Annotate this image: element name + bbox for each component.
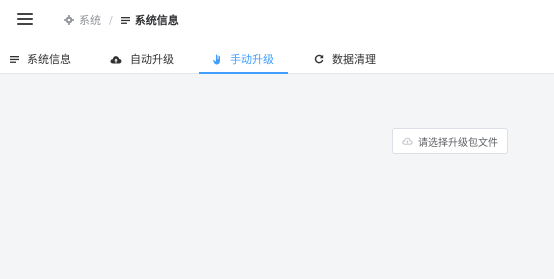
top-header: 系统 / 系统信息 <box>0 0 554 44</box>
breadcrumb: 系统 / 系统信息 <box>64 12 179 28</box>
list-icon <box>120 16 130 24</box>
refresh-icon <box>314 54 324 64</box>
tab-bar: 系统信息 自动升级 手动升级 数据清理 <box>0 44 554 74</box>
breadcrumb-label: 系统信息 <box>134 14 179 27</box>
tab-label: 手动升级 <box>230 53 274 66</box>
breadcrumb-separator: / <box>109 13 113 27</box>
active-tab-indicator <box>199 72 288 74</box>
tab-label: 自动升级 <box>130 53 174 66</box>
tab-data-cleanup[interactable]: 数据清理 <box>314 44 376 74</box>
cloud-upload-icon <box>110 55 122 63</box>
list-icon <box>10 55 19 63</box>
tab-label: 数据清理 <box>332 53 376 66</box>
tab-label: 系统信息 <box>27 53 71 66</box>
menu-toggle-icon[interactable] <box>15 11 35 27</box>
breadcrumb-item-system[interactable]: 系统 <box>64 12 101 28</box>
tab-auto-upgrade[interactable]: 自动升级 <box>110 44 174 74</box>
main-content <box>0 75 554 279</box>
upload-button-label: 请选择升级包文件 <box>418 137 498 149</box>
cloud-icon <box>402 137 413 145</box>
tab-manual-upgrade[interactable]: 手动升级 <box>213 44 274 74</box>
breadcrumb-item-system-info: 系统信息 <box>120 12 179 28</box>
gear-icon <box>64 15 74 25</box>
select-upgrade-file-button[interactable]: 请选择升级包文件 <box>392 128 508 154</box>
breadcrumb-label: 系统 <box>79 14 101 27</box>
tab-system-info[interactable]: 系统信息 <box>10 44 71 74</box>
hand-icon <box>213 54 220 64</box>
